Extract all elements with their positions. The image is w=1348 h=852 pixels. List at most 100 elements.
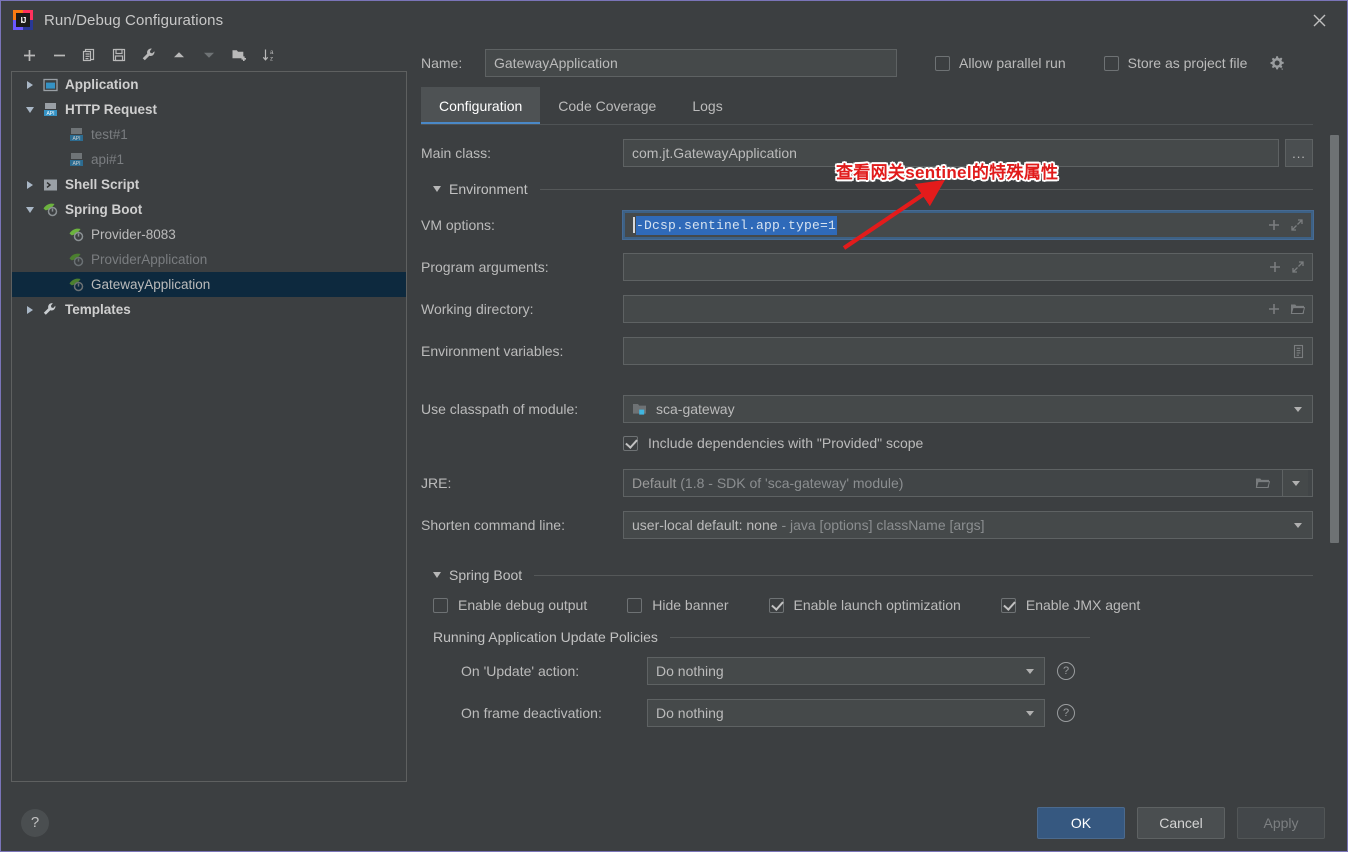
move-up-button[interactable] — [167, 43, 191, 67]
tree-expander[interactable] — [20, 206, 40, 213]
on-frame-deactivation-help-icon[interactable]: ? — [1057, 704, 1075, 722]
tree-item-spring-boot[interactable]: Spring Boot — [12, 197, 406, 222]
chevron-down-icon — [433, 572, 441, 578]
name-input[interactable] — [485, 49, 897, 77]
shorten-command-line-value: user-local default: none - java [options… — [632, 517, 1288, 533]
intellij-logo-icon: IJ — [13, 10, 33, 30]
form-scrollbar[interactable] — [1330, 129, 1339, 790]
tab-configuration[interactable]: Configuration — [421, 87, 541, 125]
chevron-down-icon — [1026, 668, 1034, 674]
environment-variables-edit-icon[interactable] — [1292, 344, 1305, 359]
main-class-browse-button[interactable]: ... — [1285, 139, 1313, 167]
working-directory-insert-macro-icon[interactable] — [1267, 302, 1281, 316]
vm-options-value: -Dcsp.sentinel.app.type=1 — [636, 215, 838, 235]
sort-az-icon[interactable]: a z — [257, 43, 281, 67]
http-request-icon-dim: API — [66, 152, 86, 167]
tree-item-label: HTTP Request — [65, 102, 158, 117]
tree-item-templates[interactable]: Templates — [12, 297, 406, 322]
shorten-command-line-value-detail: - java [options] className [args] — [781, 517, 985, 533]
remove-configuration-button[interactable] — [47, 43, 71, 67]
chevron-down-icon — [26, 106, 34, 113]
tree-item-test-1[interactable]: API test#1 — [12, 122, 406, 147]
close-icon[interactable] — [1291, 1, 1347, 39]
wrench-icon — [40, 302, 60, 317]
tree-item-provider-8083[interactable]: Provider-8083 — [12, 222, 406, 247]
jre-value-detail: (1.8 - SDK of 'sca-gateway' module) — [680, 475, 904, 491]
environment-section-header[interactable]: Environment — [421, 181, 1313, 197]
chevron-down-icon — [433, 186, 441, 192]
include-provided-scope-label: Include dependencies with "Provided" sco… — [648, 435, 924, 451]
tree-item-gatewayapplication[interactable]: GatewayApplication — [12, 272, 406, 297]
tab-logs[interactable]: Logs — [674, 87, 740, 125]
gear-dropdown-icon[interactable] — [1267, 54, 1286, 73]
chevron-down-icon — [1294, 522, 1302, 528]
chevron-down-icon — [1294, 406, 1302, 412]
program-arguments-input[interactable] — [623, 253, 1313, 281]
program-arguments-control — [623, 253, 1313, 281]
environment-section-label: Environment — [449, 181, 528, 197]
jre-browse-folder-icon[interactable] — [1255, 476, 1270, 490]
on-frame-deactivation-control: Do nothing — [647, 699, 1045, 727]
new-folder-icon[interactable] — [227, 43, 251, 67]
apply-button[interactable]: Apply — [1237, 806, 1325, 839]
allow-parallel-run-checkbox[interactable]: Allow parallel run — [935, 55, 1066, 71]
vm-options-insert-macro-icon[interactable] — [1267, 218, 1281, 232]
save-configuration-button[interactable] — [107, 43, 131, 67]
spring-boot-checkbox-enable-launch-optimization[interactable]: Enable launch optimization — [768, 597, 961, 613]
main-class-input[interactable]: com.jt.GatewayApplication — [623, 139, 1279, 167]
svg-text:API: API — [72, 136, 80, 142]
on-update-action-help-icon[interactable]: ? — [1057, 662, 1075, 680]
jre-row: JRE: Default (1.8 - SDK of 'sca-gateway'… — [421, 469, 1313, 497]
store-as-project-file-checkbox[interactable]: Store as project file — [1103, 55, 1247, 71]
tree-item-application[interactable]: Application — [12, 72, 406, 97]
spring-boot-checkbox-hide-banner[interactable]: Hide banner — [627, 597, 729, 613]
edit-templates-wrench-icon[interactable] — [137, 43, 161, 67]
tree-expander[interactable] — [20, 106, 40, 113]
tree-item-providerapplication[interactable]: ProviderApplication — [12, 247, 406, 272]
store-as-project-file-box — [1103, 55, 1119, 71]
configurations-tree[interactable]: Application API HTTP Request API test#1 API ap… — [11, 71, 407, 782]
checkbox-box — [768, 597, 784, 613]
tree-expander[interactable] — [20, 80, 40, 89]
tree-expander[interactable] — [20, 305, 40, 314]
include-provided-scope-checkbox[interactable]: Include dependencies with "Provided" sco… — [623, 435, 1313, 451]
jre-combo[interactable]: Default (1.8 - SDK of 'sca-gateway' modu… — [623, 469, 1313, 497]
help-icon[interactable]: ? — [21, 808, 49, 837]
tree-item-shell-script[interactable]: Shell Script — [12, 172, 406, 197]
on-update-action-combo[interactable]: Do nothing — [647, 657, 1045, 685]
module-icon — [632, 402, 648, 417]
environment-variables-label: Environment variables: — [421, 343, 564, 359]
spring-boot-section-header[interactable]: Spring Boot — [421, 567, 1313, 583]
working-directory-input[interactable] — [623, 295, 1313, 323]
spring-boot-checkboxes: Enable debug output Hide banner Enable lau… — [421, 597, 1313, 613]
update-policies-label: Running Application Update Policies — [433, 629, 658, 645]
spring-boot-icon — [40, 202, 60, 217]
tree-item-api-1[interactable]: API api#1 — [12, 147, 406, 172]
cancel-button[interactable]: Cancel — [1137, 806, 1225, 839]
spring-boot-checkbox-enable-debug-output[interactable]: Enable debug output — [433, 597, 587, 613]
use-classpath-of-module-combo[interactable]: sca-gateway — [623, 395, 1313, 423]
on-frame-deactivation-combo[interactable]: Do nothing — [647, 699, 1045, 727]
move-down-button[interactable] — [197, 43, 221, 67]
vm-options-input[interactable]: -Dcsp.sentinel.app.type=1 — [623, 211, 1313, 239]
svg-text:z: z — [270, 56, 273, 63]
spring-boot-checkbox-enable-jmx-agent[interactable]: Enable JMX agent — [1000, 597, 1140, 613]
main-class-control: com.jt.GatewayApplication ... — [623, 139, 1313, 167]
ok-button[interactable]: OK — [1037, 806, 1125, 839]
add-configuration-button[interactable] — [17, 43, 41, 67]
spring-boot-icon — [66, 227, 86, 242]
copy-configuration-button[interactable] — [77, 43, 101, 67]
program-arguments-expand-icon[interactable] — [1291, 260, 1305, 274]
environment-variables-input[interactable] — [623, 337, 1313, 365]
tree-item-http-request[interactable]: API HTTP Request — [12, 97, 406, 122]
editor-tabs[interactable]: Configuration Code Coverage Logs — [407, 87, 1347, 125]
form-scrollbar-thumb[interactable] — [1330, 135, 1339, 543]
program-arguments-insert-macro-icon[interactable] — [1268, 260, 1282, 274]
working-directory-browse-folder-icon[interactable] — [1290, 302, 1305, 316]
shorten-command-line-label: Shorten command line: — [421, 517, 565, 533]
tab-code-coverage[interactable]: Code Coverage — [540, 87, 674, 125]
shorten-command-line-combo[interactable]: user-local default: none - java [options… — [623, 511, 1313, 539]
vm-options-expand-icon[interactable] — [1290, 218, 1304, 232]
jre-dropdown-button[interactable] — [1282, 470, 1308, 496]
tree-expander[interactable] — [20, 180, 40, 189]
